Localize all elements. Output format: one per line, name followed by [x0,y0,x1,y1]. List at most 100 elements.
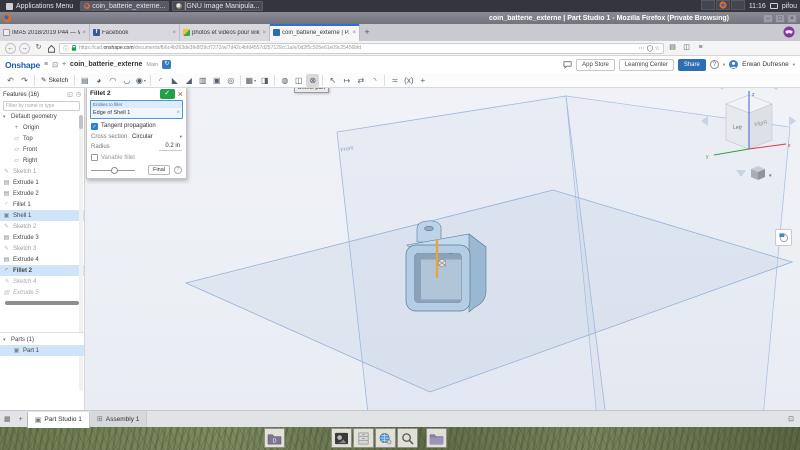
slider-knob[interactable] [111,167,118,174]
feature-item[interactable]: ◜Fillet 1 [0,199,84,210]
learning-center-button[interactable]: Learning Center [619,59,674,71]
browser-tab[interactable]: IMA5 2018/2019 P44 — Wiki× [0,24,90,41]
geometry-item[interactable]: ▱Top [0,133,84,144]
url-bar[interactable]: ⓘ https://cad.onshape.com/documents/fb6c… [59,43,664,54]
insert-derived-button[interactable]: + [416,74,429,87]
boolean-button[interactable]: ◍ [278,74,291,87]
feature-item[interactable]: ▤Extrude 2 [0,188,84,199]
preview-slider[interactable] [91,166,135,175]
library-icon[interactable]: ▤ [667,43,678,54]
share-button[interactable]: Share [678,59,706,71]
add-element-icon[interactable]: + [15,416,27,423]
geometry-item[interactable]: ▱Front [0,144,84,155]
versions-icon[interactable]: ⊡ [52,61,58,69]
accept-button[interactable]: ✓ [160,89,175,99]
applications-menu-button[interactable]: Applications Menu [3,3,76,10]
modify-fillet-button[interactable]: ◝ [368,74,381,87]
feature-item[interactable]: ▤Extrude 4 [0,254,84,265]
feature-item[interactable]: ✎Sketch 1 [0,166,84,177]
folder-d-launcher[interactable]: D [264,428,285,448]
maximize-button[interactable]: □ [775,14,785,23]
part-item[interactable]: ▣Part 1 [0,345,84,356]
web-browser-launcher[interactable] [375,428,396,448]
forward-button[interactable]: → [19,43,30,54]
user-avatar[interactable] [729,60,738,69]
app-store-button[interactable]: App Store [576,59,615,71]
feature-item[interactable]: ▤Extrude 5 [0,287,84,298]
close-button[interactable]: × [787,14,797,23]
rotate-right-arrow[interactable] [752,88,777,89]
radius-input[interactable]: 0.2 in [159,143,182,151]
move-face-button[interactable]: ↦ [340,74,353,87]
onshape-logo[interactable]: Onshape [5,60,40,70]
revolve-button[interactable]: ◕ [92,74,105,87]
browser-tab[interactable]: photos et vidéos pour wiki× [180,24,270,41]
menu-icon[interactable]: ≡ [695,43,706,54]
manage-tabs-icon[interactable]: ▦ [0,415,15,423]
view-options-button[interactable] [775,229,792,246]
network-icon[interactable] [770,3,778,9]
tab-close-icon[interactable]: × [82,30,86,36]
taskbar-window-button[interactable]: coin_batterie_externe... [80,1,169,11]
3d-viewport[interactable]: Front [85,88,800,410]
entities-selection-box[interactable]: Entities to fillet Edge of Shell 1 × [90,100,183,119]
sketch-button[interactable]: ✎Sketch [38,76,71,84]
feedback-bubble-icon[interactable] [563,61,572,69]
page-info-icon[interactable]: ⓘ [63,44,69,53]
linear-pattern-button[interactable]: ▦▾ [244,74,257,87]
thicken-button[interactable]: ◉▾ [134,74,147,87]
file-cabinet-launcher[interactable] [353,428,374,448]
mount-tab[interactable] [417,221,441,242]
draft-button[interactable]: ◢ [182,74,195,87]
rotate-left-arrow[interactable] [721,88,748,89]
redo-icon[interactable]: ↷ [18,74,31,87]
rotate-east-arrow[interactable] [789,116,796,126]
selected-entity[interactable]: Edge of Shell 1 [93,110,176,116]
split-button[interactable]: ◫ [292,74,305,87]
fillet-button[interactable]: ◜ [154,74,167,87]
tab-close-icon[interactable]: × [262,30,266,36]
folder-purple-launcher[interactable] [426,428,447,448]
dialog-help-icon[interactable]: ? [174,166,182,174]
pocket-shield-icon[interactable] [647,45,653,52]
feature-item[interactable]: ✎Sketch 2 [0,221,84,232]
tab-hole[interactable] [425,226,434,230]
firefox-tray-icon[interactable] [716,0,730,10]
back-button[interactable]: ← [5,43,16,54]
browser-tab[interactable]: fFacebook× [90,24,180,41]
taskbar-window-button[interactable]: [GNU Image Manipula... [172,1,263,11]
undo-icon[interactable]: ↶ [4,74,17,87]
parts-group-header[interactable]: ▾ Parts (1) [0,334,84,345]
workspace-name[interactable]: Main [146,62,158,68]
sidebars-icon[interactable]: ◫ [681,43,692,54]
shell-button[interactable]: ▣ [210,74,223,87]
variable-button[interactable]: (x) [402,74,415,87]
user-name[interactable]: Erwan Dufresne [742,61,789,68]
tangent-propagation-checkbox[interactable]: ✓ [91,123,98,130]
panel-popout-icon[interactable]: ◱ [67,91,73,98]
home-button[interactable] [47,44,56,53]
replace-face-button[interactable]: ⇄ [354,74,367,87]
feature-item[interactable]: ▤Extrude 1 [0,177,84,188]
delete-part-button[interactable]: ⊗ [306,74,319,87]
feature-item[interactable]: ◜Fillet 2 [0,265,84,276]
geometry-item[interactable]: +Origin [0,122,84,133]
remove-entity-icon[interactable]: × [176,110,180,116]
tray-slot[interactable] [731,0,745,10]
feature-item[interactable]: ✎Sketch 4 [0,276,84,287]
element-tab[interactable]: ⊞Assembly 1 [90,411,147,427]
search-launcher[interactable] [397,428,418,448]
feature-item[interactable]: ✎Sketch 3 [0,243,84,254]
hole-button[interactable]: ◎ [224,74,237,87]
reload-button[interactable]: ↻ [33,43,44,54]
bookmark-star-icon[interactable]: ☆ [655,45,660,52]
main-menu-icon[interactable]: ≡ [44,61,48,68]
variable-fillet-checkbox[interactable] [91,154,98,161]
sync-status-icon[interactable]: ↻ [162,60,171,69]
chamfer-button[interactable]: ◣ [168,74,181,87]
mirror-button[interactable]: ◨ [258,74,271,87]
feature-item[interactable]: ▤Extrude 3 [0,232,84,243]
geometry-item[interactable]: ▱Right [0,155,84,166]
final-button[interactable]: Final [148,165,170,175]
transform-button[interactable]: ↖ [326,74,339,87]
